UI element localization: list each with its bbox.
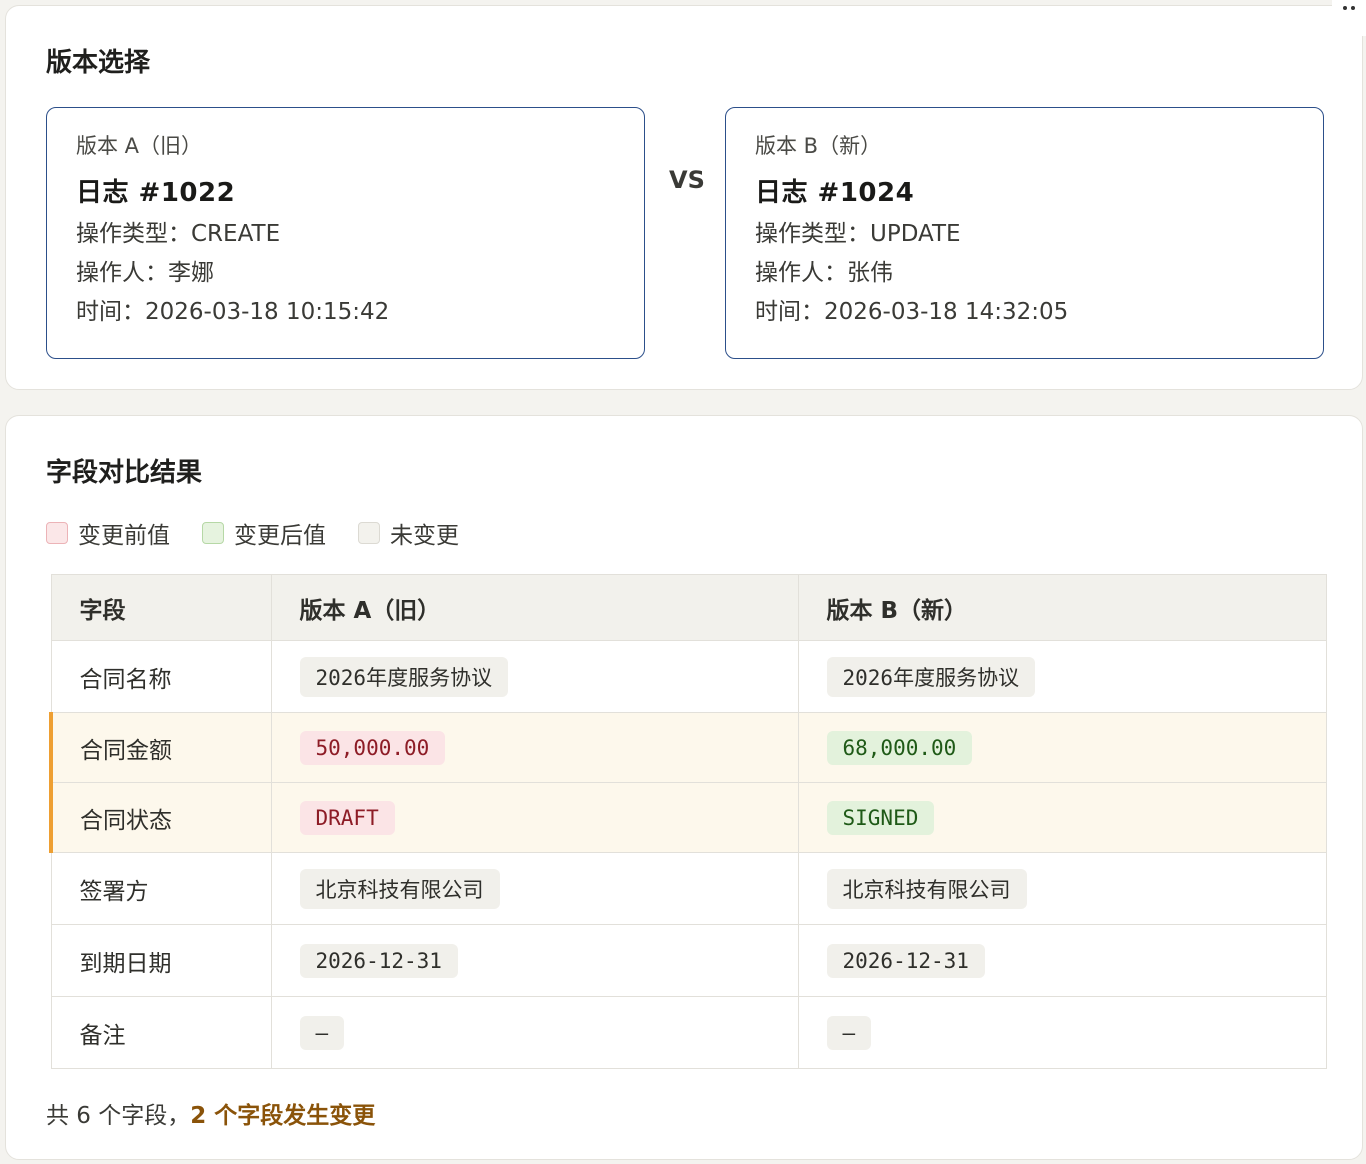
value-pill-after: SIGNED xyxy=(826,800,935,835)
value-pill-unchanged: 北京科技有限公司 xyxy=(299,868,500,909)
version-b-card[interactable]: 版本 B（新） 日志 #1024 操作类型：UPDATE 操作人：张伟 时间：2… xyxy=(725,107,1324,359)
version-b-cell: 68,000.00 xyxy=(797,712,1327,783)
more-dots-icon[interactable] xyxy=(1332,0,1366,36)
diff-table: 字段 版本 A（旧） 版本 B（新） 合同名称 2026年度服务协议 2026年… xyxy=(49,574,1327,1069)
version-b-time: 时间：2026-03-18 14:32:05 xyxy=(755,299,1069,325)
vs-label: VS xyxy=(669,166,705,194)
legend-label-unchanged: 未变更 xyxy=(390,523,459,549)
value-pill-unchanged: — xyxy=(299,1015,345,1050)
version-a-cell: 2026年度服务协议 xyxy=(270,640,799,713)
diff-title: 字段对比结果 xyxy=(46,458,203,488)
version-a-operator: 操作人：李娜 xyxy=(76,260,214,286)
field-name: 到期日期 xyxy=(50,924,272,997)
table-row-changed: 合同状态 DRAFT SIGNED xyxy=(49,782,1327,853)
version-b-label: 版本 B（新） xyxy=(755,134,882,158)
value-pill-after: 68,000.00 xyxy=(826,730,973,765)
version-a-cell: 北京科技有限公司 xyxy=(270,852,799,925)
table-row: 到期日期 2026-12-31 2026-12-31 xyxy=(50,924,1327,997)
field-name: 合同金额 xyxy=(49,712,272,783)
version-b-cell: — xyxy=(797,996,1327,1069)
field-name: 签署方 xyxy=(50,852,272,925)
value-pill-unchanged: 2026年度服务协议 xyxy=(826,656,1036,697)
summary-total: 共 6 个字段， xyxy=(46,1103,191,1129)
legend: 变更前值 变更后值 未变更 xyxy=(46,516,491,550)
legend-swatch-before xyxy=(46,522,68,544)
version-a-op-type: 操作类型：CREATE xyxy=(76,221,281,247)
diff-summary: 共 6 个字段，2 个字段发生变更 xyxy=(46,1096,375,1130)
version-a-label: 版本 A（旧） xyxy=(76,134,203,158)
field-name: 合同状态 xyxy=(49,782,272,853)
value-pill-before: DRAFT xyxy=(299,800,395,835)
summary-changed-count: 2 个字段发生变更 xyxy=(190,1103,376,1129)
legend-item-after: 变更后值 xyxy=(202,516,326,550)
version-a-cell: 50,000.00 xyxy=(270,712,799,783)
version-b-cell: 2026年度服务协议 xyxy=(797,640,1327,713)
version-b-log-title: 日志 #1024 xyxy=(755,178,915,208)
version-b-cell: SIGNED xyxy=(797,782,1327,853)
value-pill-unchanged: 北京科技有限公司 xyxy=(826,868,1027,909)
version-a-time: 时间：2026-03-18 10:15:42 xyxy=(76,299,390,325)
table-row: 签署方 北京科技有限公司 北京科技有限公司 xyxy=(50,852,1327,925)
table-row: 备注 — — xyxy=(50,996,1327,1069)
field-name: 备注 xyxy=(50,996,272,1069)
column-header-field: 字段 xyxy=(50,574,272,641)
version-select-card: 版本选择 版本 A（旧） 日志 #1022 操作类型：CREATE 操作人：李娜… xyxy=(5,5,1363,390)
version-b-cell: 北京科技有限公司 xyxy=(797,852,1327,925)
table-header-row: 字段 版本 A（旧） 版本 B（新） xyxy=(50,574,1327,641)
table-row: 合同名称 2026年度服务协议 2026年度服务协议 xyxy=(50,640,1327,713)
version-select-title: 版本选择 xyxy=(46,48,151,78)
version-a-cell: 2026-12-31 xyxy=(270,924,799,997)
value-pill-unchanged: 2026-12-31 xyxy=(299,943,458,978)
table-row-changed: 合同金额 50,000.00 68,000.00 xyxy=(49,712,1327,783)
value-pill-unchanged: 2026-12-31 xyxy=(826,943,985,978)
version-a-cell: — xyxy=(270,996,799,1069)
field-diff-card: 字段对比结果 变更前值 变更后值 未变更 字段 版本 A（旧） 版本 B（新） xyxy=(5,415,1363,1160)
legend-label-after: 变更后值 xyxy=(234,523,326,549)
version-a-cell: DRAFT xyxy=(270,782,799,853)
column-header-version-b: 版本 B（新） xyxy=(797,574,1327,641)
version-a-log-title: 日志 #1022 xyxy=(76,178,236,208)
version-b-operator: 操作人：张伟 xyxy=(755,260,893,286)
version-b-op-type: 操作类型：UPDATE xyxy=(755,221,961,247)
version-a-card[interactable]: 版本 A（旧） 日志 #1022 操作类型：CREATE 操作人：李娜 时间：2… xyxy=(46,107,645,359)
legend-swatch-after xyxy=(202,522,224,544)
field-name: 合同名称 xyxy=(50,640,272,713)
legend-item-before: 变更前值 xyxy=(46,516,170,550)
legend-label-before: 变更前值 xyxy=(78,523,170,549)
value-pill-unchanged: — xyxy=(826,1015,872,1050)
legend-item-unchanged: 未变更 xyxy=(358,516,459,550)
column-header-version-a: 版本 A（旧） xyxy=(270,574,799,641)
version-b-cell: 2026-12-31 xyxy=(797,924,1327,997)
value-pill-before: 50,000.00 xyxy=(299,730,446,765)
value-pill-unchanged: 2026年度服务协议 xyxy=(299,656,509,697)
legend-swatch-unchanged xyxy=(358,522,380,544)
